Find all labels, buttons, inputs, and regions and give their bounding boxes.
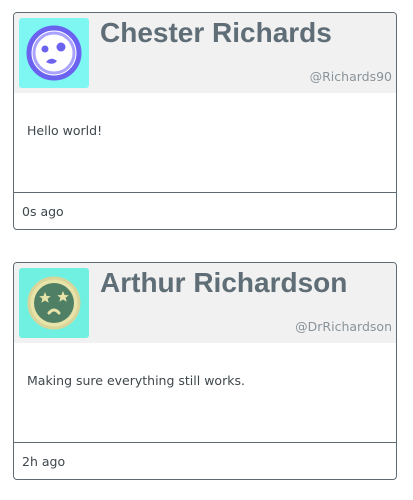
avatar[interactable] (19, 18, 89, 88)
avatar[interactable] (19, 268, 89, 338)
post-card: Arthur Richardson @DrRichardson Making s… (13, 262, 397, 480)
post-body: Hello world! (14, 93, 396, 193)
author-handle[interactable]: @Richards90 (310, 69, 392, 84)
post-feed: Chester Richards @Richards90 Hello world… (0, 0, 413, 500)
author-name[interactable]: Arthur Richardson (100, 267, 347, 299)
post-body: Making sure everything still works. (14, 343, 396, 443)
post-header: Arthur Richardson @DrRichardson (14, 263, 396, 343)
post-card: Chester Richards @Richards90 Hello world… (13, 12, 397, 230)
star-eyed-face-icon (27, 276, 81, 330)
post-message: Hello world! (27, 123, 103, 138)
post-footer: 2h ago (14, 443, 396, 479)
post-message: Making sure everything still works. (27, 373, 245, 388)
post-footer: 0s ago (14, 193, 396, 229)
author-handle[interactable]: @DrRichardson (295, 319, 392, 334)
post-header: Chester Richards @Richards90 (14, 13, 396, 93)
author-name[interactable]: Chester Richards (100, 17, 332, 49)
shocked-face-icon (26, 25, 82, 81)
post-timestamp: 2h ago (22, 454, 66, 469)
post-timestamp: 0s ago (22, 204, 64, 219)
